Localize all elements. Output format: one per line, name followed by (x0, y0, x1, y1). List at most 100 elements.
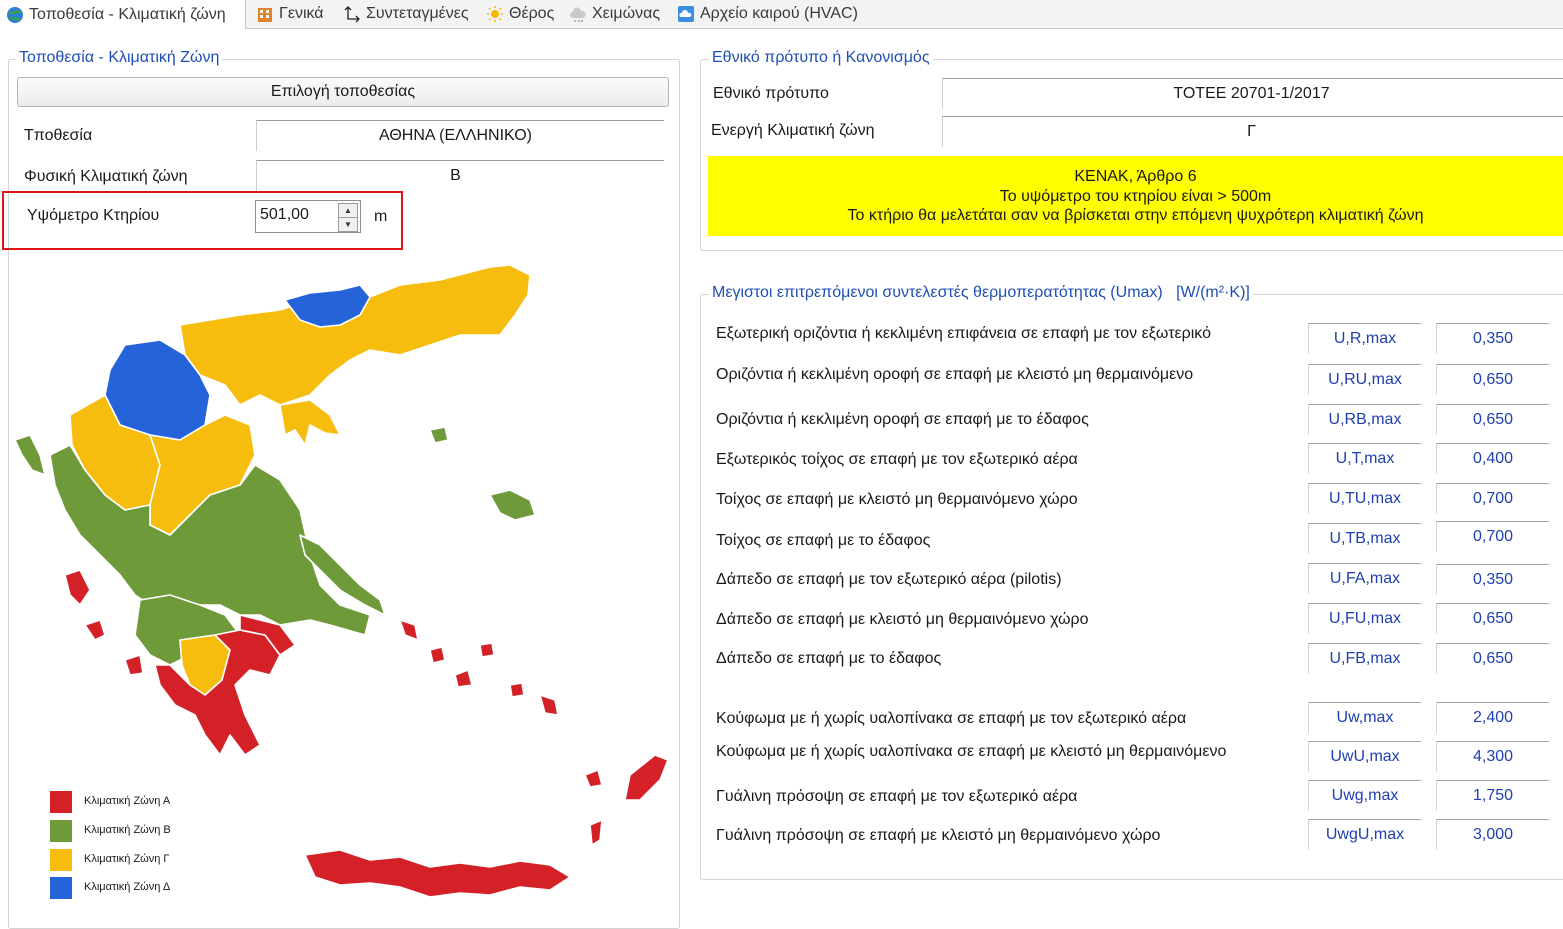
physical-zone-value: Β (450, 167, 461, 184)
altitude-stepper[interactable]: 501,00 ▲ ▼ (255, 200, 361, 233)
umax-value-field[interactable]: 3,000 (1436, 819, 1549, 850)
umax-symbol: U,FB,max (1308, 643, 1421, 674)
map-region (124, 654, 144, 676)
umax-title: Μεγιστοι επιτρεπόμενοι συντελεστές θερμο… (712, 284, 1163, 301)
umax-value-field[interactable]: 2,400 (1436, 702, 1549, 733)
umax-symbol: U,RB,max (1308, 404, 1421, 435)
umax-symbol: Uwg,max (1308, 780, 1421, 811)
umax-value-field[interactable]: 0,650 (1436, 603, 1549, 634)
tab-bar: Τοποθεσία - Κλιματική ζώνη Γενικά Συντετ… (0, 0, 1563, 29)
weather-file-icon (678, 6, 694, 22)
sun-icon (487, 6, 503, 22)
note-line: Το υψόμετρο του κτηρίου είναι > 500m (999, 187, 1272, 205)
select-location-button[interactable]: Επιλογή τοποθεσίας (17, 77, 669, 107)
umax-row-label: Τοίχος σε επαφή με το έδαφος (716, 532, 931, 549)
altitude-warning-note: ΚΕΝΑΚ, Άρθρο 6 Το υψόμετρο του κτηρίου ε… (708, 156, 1563, 236)
umax-row-label: Εξωτερική οριζόντια ή κεκλιμένη επιφάνει… (716, 325, 1211, 342)
map-region (624, 754, 669, 801)
zone-c-label: Κλιματική Ζώνη Γ (84, 853, 170, 865)
map-region (304, 849, 571, 898)
umax-value-field[interactable]: 0,650 (1436, 643, 1549, 674)
altitude-unit: m (374, 208, 388, 225)
umax-value-field[interactable]: 0,650 (1436, 404, 1549, 435)
tab-label: Γενικά (279, 5, 324, 22)
umax-value-field[interactable]: 0,650 (1436, 364, 1549, 395)
umax-symbol: U,FU,max (1308, 603, 1421, 634)
axes-icon (344, 6, 360, 23)
umax-row-label: Οριζόντια ή κεκλιμένη οροφή σε επαφή με … (716, 366, 1194, 383)
umax-value-field[interactable]: 0,350 (1436, 564, 1549, 595)
physical-zone-label: Φυσική Κλιματική ζώνη (24, 168, 188, 185)
tab-coordinates[interactable]: Συντεταγμένες (343, 0, 469, 28)
note-line: ΚΕΝΑΚ, Άρθρο 6 (1074, 168, 1197, 185)
location-group-title: Τοποθεσία - Κλιματική Ζώνη (16, 49, 223, 67)
tab-weather-file-hvac[interactable]: Αρχείο καιρού (HVAC) (677, 0, 858, 28)
location-field: ΑΘΗΝΑ (ΕΛΛΗΝΙΚΟ) (256, 120, 664, 151)
map-region (84, 619, 106, 641)
cloud-icon (570, 7, 586, 22)
stepper-down-button[interactable]: ▼ (338, 217, 358, 232)
standard-value: ΤΟΤΕΕ 20701-1/2017 (1173, 85, 1330, 102)
tab-general[interactable]: Γενικά (256, 0, 324, 28)
map-region (589, 819, 603, 846)
map-region (429, 646, 446, 664)
umax-symbol: U,FA,max (1308, 563, 1421, 594)
umax-value-field[interactable]: 1,750 (1436, 780, 1549, 811)
umax-symbol: Uw,max (1308, 702, 1421, 733)
zone-c-swatch (50, 849, 72, 871)
active-zone-field: Γ (942, 116, 1563, 147)
tab-label: Συντεταγμένες (366, 5, 469, 22)
map-region (454, 669, 473, 688)
umax-symbol: U,T,max (1308, 443, 1421, 474)
tab-label: Αρχείο καιρού (HVAC) (700, 5, 858, 22)
standard-label: Εθνικό πρότυπο (713, 85, 829, 102)
umax-value-field[interactable]: 0,700 (1436, 521, 1549, 552)
umax-value-field[interactable]: 0,700 (1436, 483, 1549, 514)
map-region (479, 642, 495, 658)
zone-b-swatch (50, 820, 72, 842)
map-region (429, 426, 449, 444)
stepper-up-button[interactable]: ▲ (338, 203, 358, 218)
zone-a-swatch (50, 791, 72, 813)
altitude-label: Υψόμετρο Κτηρίου (27, 207, 160, 224)
altitude-input[interactable]: 501,00 (260, 206, 309, 224)
tab-summer[interactable]: Θέρος (486, 0, 554, 28)
zone-a-label: Κλιματική Ζώνη Α (84, 795, 171, 807)
map-region (584, 769, 603, 788)
umax-value-field[interactable]: 0,350 (1436, 323, 1549, 354)
umax-symbol: U,R,max (1308, 323, 1421, 354)
zone-b-label: Κλιματική Ζώνη Β (84, 824, 171, 836)
zone-d-swatch (50, 877, 72, 899)
umax-row-label: Γυάλινη πρόσοψη σε επαφή με τον εξωτερικ… (716, 788, 1078, 805)
umax-row-label: Δάπεδο σε επαφή με το έδαφος (716, 650, 942, 667)
map-region (489, 489, 536, 521)
standard-group-title: Εθνικό πρότυπο ή Κανονισμός (709, 49, 933, 67)
umax-row-label: Εξωτερικός τοίχος σε επαφή με τον εξωτερ… (716, 451, 1078, 468)
tab-location-climate-zone[interactable]: Τοποθεσία - Κλιματική ζώνη (0, 0, 246, 29)
map-region (539, 694, 559, 716)
map-region (279, 399, 341, 446)
umax-symbol: UwU,max (1308, 741, 1421, 772)
umax-row-label: Οριζόντια ή κεκλιμένη οροφή σε επαφή με … (716, 411, 1089, 428)
umax-symbol: UwgU,max (1308, 819, 1421, 850)
tab-winter[interactable]: Χειμώνας (569, 0, 660, 28)
umax-symbol: U,TB,max (1308, 523, 1421, 554)
map-region (399, 619, 419, 641)
umax-symbol: U,TU,max (1308, 483, 1421, 514)
umax-value-field[interactable]: 4,300 (1436, 741, 1549, 772)
active-zone-value: Γ (1247, 123, 1256, 140)
tab-label: Θέρος (509, 5, 555, 22)
umax-row-label: Κούφωμα με ή χωρίς υαλοπίνακα σε επαφή μ… (716, 710, 1187, 727)
climate-zone-map (14, 264, 669, 898)
map-region (14, 434, 46, 476)
umax-row-label: Κούφωμα με ή χωρίς υαλοπίνακα σε επαφή μ… (716, 743, 1227, 760)
umax-value-field[interactable]: 0,400 (1436, 443, 1549, 474)
active-zone-label: Ενεργή Κλιματική ζώνη (711, 122, 875, 139)
umax-symbol: U,RU,max (1308, 364, 1421, 395)
physical-zone-field: Β (256, 160, 664, 191)
location-value: ΑΘΗΝΑ (ΕΛΛΗΝΙΚΟ) (378, 127, 532, 144)
umax-row-label: Δάπεδο σε επαφή με κλειστό μη θερμαινόμε… (716, 611, 1089, 628)
zone-d-label: Κλιματική Ζώνη Δ (84, 881, 171, 893)
map-region (509, 682, 525, 698)
tab-label: Τοποθεσία - Κλιματική ζώνη (29, 5, 226, 23)
